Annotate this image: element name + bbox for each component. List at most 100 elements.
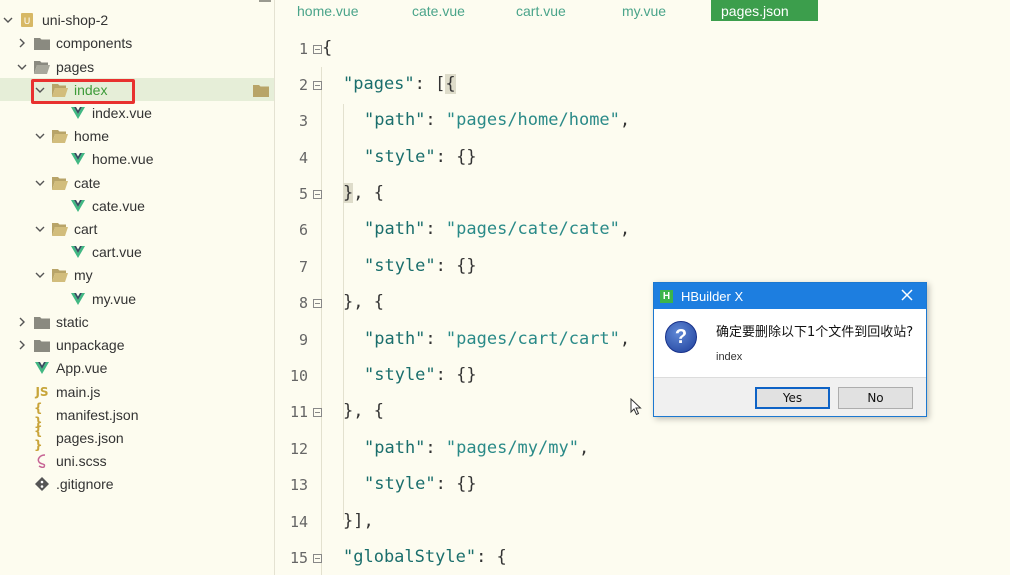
folder-icon xyxy=(34,315,50,329)
folder-open-icon xyxy=(52,129,68,143)
code-text: "style": {} xyxy=(364,147,477,167)
tab-cate-vue[interactable]: cate.vue xyxy=(412,0,465,21)
tree-item-pages[interactable]: pages xyxy=(0,55,274,78)
tree-item-cart[interactable]: cart xyxy=(0,217,274,240)
json-icon: { } xyxy=(34,400,43,429)
tree-item-cate[interactable]: cate xyxy=(0,171,274,194)
tree-item-project[interactable]: U uni-shop-2 xyxy=(0,8,274,31)
chevron-down-icon[interactable] xyxy=(34,130,46,142)
minimize-bar-icon[interactable] xyxy=(259,0,271,2)
tree-item-label: index.vue xyxy=(92,104,152,121)
code-text: "style": {} xyxy=(364,474,477,494)
tree-item-label: index xyxy=(74,81,108,98)
tree-item-label: components xyxy=(56,34,133,51)
open-folder-icon[interactable] xyxy=(253,83,269,97)
tree-item-label: home.vue xyxy=(92,150,154,167)
tree-item-gitignore[interactable]: .gitignore xyxy=(0,472,274,495)
tree-item-home[interactable]: home xyxy=(0,124,274,147)
vue-icon xyxy=(70,292,86,306)
tab-my-vue[interactable]: my.vue xyxy=(622,0,666,21)
fold-toggle-icon[interactable] xyxy=(310,407,324,417)
dialog-filename: index xyxy=(716,351,743,363)
tree-item-my[interactable]: my xyxy=(0,263,274,286)
line-number: 10 xyxy=(289,367,308,385)
code-text: }, { xyxy=(343,401,384,421)
chevron-down-icon[interactable] xyxy=(34,223,46,235)
tree-item-label: my xyxy=(74,266,93,283)
chevron-down-icon[interactable] xyxy=(34,177,46,189)
code-text: "path": "pages/my/my", xyxy=(364,438,590,458)
js-icon: JS xyxy=(35,384,49,399)
tree-item-index-vue[interactable]: index.vue xyxy=(0,101,274,124)
tree-item-uni-scss[interactable]: uni.scss xyxy=(0,449,274,472)
tree-item-unpackage[interactable]: unpackage xyxy=(0,333,274,356)
tree-item-label: unpackage xyxy=(56,336,125,353)
chevron-down-icon[interactable] xyxy=(34,84,46,96)
code-line[interactable]: 1 xyxy=(276,31,1010,67)
json-icon: { } xyxy=(34,423,43,452)
line-number: 2 xyxy=(298,76,308,94)
line-number: 15 xyxy=(289,549,308,567)
tree-item-label: main.js xyxy=(56,383,101,400)
dialog-body: ? 确定要删除以下1个文件到回收站? index xyxy=(654,309,926,377)
code-text: "pages": [{ xyxy=(343,74,456,94)
svg-text:U: U xyxy=(24,17,31,27)
tab-cart-vue[interactable]: cart.vue xyxy=(516,0,566,21)
fold-toggle-icon[interactable] xyxy=(310,298,324,308)
tree-item-home-vue[interactable]: home.vue xyxy=(0,147,274,170)
vue-icon xyxy=(70,199,86,213)
fold-toggle-icon[interactable] xyxy=(310,553,324,563)
tree-item-label: pages.json xyxy=(56,429,124,446)
tree-item-cate-vue[interactable]: cate.vue xyxy=(0,194,274,217)
tree-item-app-vue[interactable]: App.vue xyxy=(0,356,274,379)
mouse-pointer-icon xyxy=(630,398,642,416)
tree-item-static[interactable]: static xyxy=(0,310,274,333)
line-number: 9 xyxy=(298,331,308,349)
tree-item-label: pages xyxy=(56,58,95,75)
tree-item-components[interactable]: components xyxy=(0,31,274,54)
line-number: 5 xyxy=(298,185,308,203)
chevron-right-icon[interactable] xyxy=(16,37,28,49)
tree-item-label: cart.vue xyxy=(92,243,142,260)
fold-toggle-icon[interactable] xyxy=(310,189,324,199)
code-text: "path": "pages/home/home", xyxy=(364,110,631,130)
code-line[interactable]: 14 xyxy=(276,504,1010,540)
tree-item-my-vue[interactable]: my.vue xyxy=(0,287,274,310)
folder-icon xyxy=(34,36,50,50)
tree-item-cart-vue[interactable]: cart.vue xyxy=(0,240,274,263)
folder-open-icon xyxy=(52,222,68,236)
vue-icon xyxy=(34,361,50,375)
folder-open-icon xyxy=(34,60,50,74)
tab-home-vue[interactable]: home.vue xyxy=(297,0,358,21)
chevron-down-icon[interactable] xyxy=(16,61,28,73)
fold-toggle-icon[interactable] xyxy=(310,80,324,90)
code-text: "style": {} xyxy=(364,365,477,385)
yes-button[interactable]: Yes xyxy=(755,387,830,409)
vue-icon xyxy=(70,152,86,166)
line-number: 3 xyxy=(298,112,308,130)
line-number: 11 xyxy=(289,403,308,421)
code-text: "style": {} xyxy=(364,256,477,276)
tab-pages-json[interactable]: pages.json xyxy=(711,0,818,21)
code-text: "globalStyle": { xyxy=(343,547,507,567)
folder-icon xyxy=(34,338,50,352)
tree-item-index[interactable]: index xyxy=(0,78,274,101)
tree-item-label: .gitignore xyxy=(56,475,114,492)
tree-item-label: cate xyxy=(74,174,101,191)
tree-item-label: static xyxy=(56,313,89,330)
dialog-title: HBuilder X xyxy=(681,288,744,304)
chevron-down-icon[interactable] xyxy=(34,269,46,281)
tree-item-pages-json[interactable]: { } pages.json xyxy=(0,423,274,452)
line-number: 7 xyxy=(298,258,308,276)
tree-item-label: App.vue xyxy=(56,359,108,376)
chevron-right-icon[interactable] xyxy=(16,316,28,328)
chevron-right-icon[interactable] xyxy=(16,339,28,351)
line-number: 6 xyxy=(298,221,308,239)
folder-open-icon xyxy=(52,268,68,282)
no-button[interactable]: No xyxy=(838,387,913,409)
confirm-delete-dialog: H HBuilder X ? 确定要删除以下1个文件到回收站? index Ye… xyxy=(653,282,927,417)
dialog-titlebar[interactable]: H HBuilder X xyxy=(654,283,926,309)
chevron-down-icon[interactable] xyxy=(2,14,14,26)
close-icon[interactable] xyxy=(900,288,914,302)
code-line[interactable]: 5 xyxy=(276,176,1010,212)
